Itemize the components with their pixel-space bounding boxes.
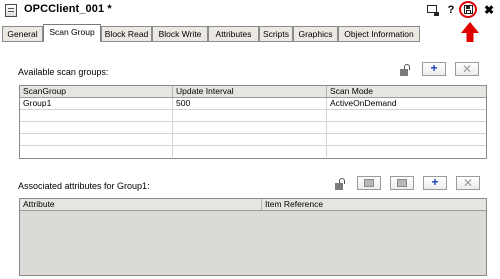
dock-window-button[interactable] — [424, 3, 440, 18]
object-icon — [5, 4, 17, 17]
table-row[interactable]: Group1 500 ActiveOnDemand — [20, 98, 486, 110]
add-attribute-button[interactable]: + — [423, 176, 447, 190]
table-header: ScanGroup Update Interval Scan Mode — [20, 86, 486, 98]
column-header-update-interval[interactable]: Update Interval — [173, 86, 327, 97]
cell-scangroup[interactable]: Group1 — [20, 98, 173, 109]
lock-icon[interactable] — [398, 63, 412, 77]
tab-attributes[interactable]: Attributes — [208, 26, 259, 41]
window-title: OPCClient_001 * — [24, 3, 112, 15]
import-icon — [397, 179, 407, 187]
column-header-scan-mode[interactable]: Scan Mode — [327, 86, 486, 97]
attributes-label: Associated attributes for Group1: — [18, 181, 150, 191]
tab-block-write[interactable]: Block Write — [152, 26, 208, 41]
table-header: Attribute Item Reference — [20, 199, 486, 211]
empty-row — [20, 146, 486, 158]
title-bar: OPCClient_001 * ? ✖ — [0, 0, 500, 21]
add-scan-group-button[interactable]: + — [422, 62, 446, 76]
column-header-attribute[interactable]: Attribute — [20, 199, 262, 210]
tab-object-information[interactable]: Object Information — [338, 26, 420, 41]
close-button[interactable]: ✖ — [483, 3, 495, 18]
empty-row — [20, 134, 486, 146]
tab-block-read[interactable]: Block Read — [101, 26, 152, 41]
attributes-table: Attribute Item Reference — [19, 198, 487, 276]
empty-row — [20, 110, 486, 122]
cell-update-interval[interactable]: 500 — [173, 98, 327, 109]
column-header-item-reference[interactable]: Item Reference — [262, 199, 486, 210]
save-icon — [464, 5, 473, 14]
save-button[interactable] — [459, 1, 479, 19]
column-header-scangroup[interactable]: ScanGroup — [20, 86, 173, 97]
tab-scan-group[interactable]: Scan Group — [43, 24, 101, 42]
browse-attribute-button[interactable] — [357, 176, 381, 190]
tab-graphics[interactable]: Graphics — [293, 26, 338, 41]
browse-icon — [364, 179, 374, 187]
import-attribute-button[interactable] — [390, 176, 414, 190]
tab-scripts[interactable]: Scripts — [259, 26, 293, 41]
lock-icon[interactable] — [333, 177, 347, 191]
scan-group-panel: Available scan groups: + ✕ ScanGroup Upd… — [2, 42, 498, 279]
dock-window-icon — [427, 5, 439, 16]
tab-general[interactable]: General — [2, 26, 43, 41]
cell-scan-mode[interactable]: ActiveOnDemand — [327, 98, 486, 109]
delete-attribute-button[interactable]: ✕ — [456, 176, 480, 190]
help-button[interactable]: ? — [445, 3, 457, 18]
delete-scan-group-button[interactable]: ✕ — [455, 62, 479, 76]
tab-strip: General Scan Group Block Read Block Writ… — [2, 24, 498, 42]
empty-row — [20, 122, 486, 134]
scan-groups-table: ScanGroup Update Interval Scan Mode Grou… — [19, 85, 487, 159]
scan-groups-label: Available scan groups: — [18, 67, 109, 77]
attributes-table-body[interactable] — [20, 211, 486, 275]
